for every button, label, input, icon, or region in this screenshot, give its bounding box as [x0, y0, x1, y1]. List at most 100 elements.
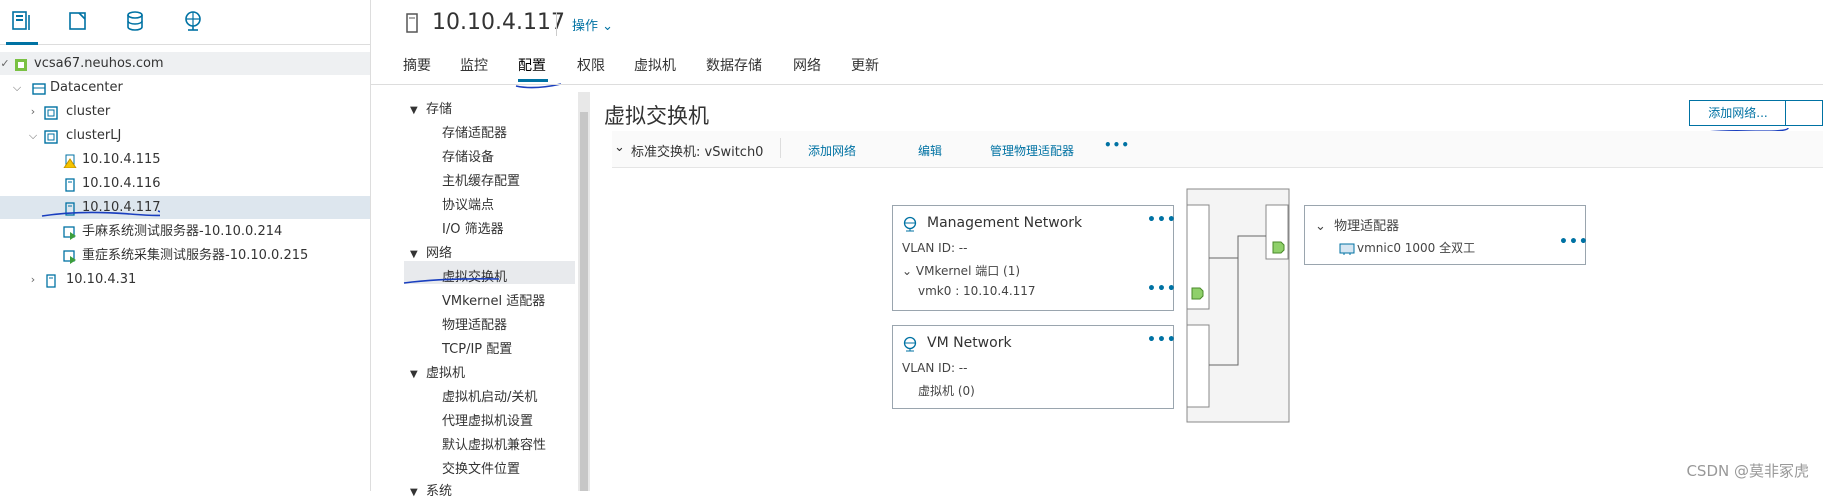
config-item[interactable]: 存储适配器	[442, 122, 507, 141]
vm-count: 虚拟机 (0)	[918, 384, 975, 398]
more-actions-icon[interactable]: •••	[1147, 281, 1177, 297]
group-label: 虚拟机	[425, 366, 465, 381]
caret-down-icon: ▼	[410, 249, 418, 260]
caret-down-icon: ▼	[410, 105, 418, 116]
tab-configure[interactable]: 配置	[518, 55, 546, 75]
more-actions-icon[interactable]: •••	[1104, 138, 1130, 152]
tree-item-label: cluster	[66, 104, 111, 119]
config-item[interactable]: 存储设备	[442, 146, 494, 165]
vms-templates-icon[interactable]	[67, 10, 91, 34]
storage-icon[interactable]	[124, 10, 148, 34]
tree-item-host[interactable]: 10.10.4.115	[0, 148, 370, 171]
config-item[interactable]: 交换文件位置	[442, 458, 520, 477]
tabs-divider	[370, 84, 1823, 85]
config-group-network[interactable]: ▼ 网络	[410, 242, 452, 261]
hosts-clusters-icon[interactable]	[6, 10, 38, 45]
tree-item-label: 10.10.4.115	[82, 152, 161, 167]
config-group-system[interactable]: ▼ 系统	[410, 480, 452, 499]
vmkernel-port-icon	[1191, 287, 1204, 300]
tree-item-host[interactable]: 10.10.4.116	[0, 172, 370, 195]
tree-item-label: 10.10.4.31	[66, 272, 137, 287]
port-group-management[interactable]: Management Network ••• VLAN ID: -- ⌄ VMk…	[892, 205, 1177, 311]
actions-label: 操作	[572, 19, 599, 34]
config-item[interactable]: 协议端点	[442, 194, 494, 213]
host-icon	[63, 177, 77, 192]
port-group-name: Management Network	[927, 215, 1083, 231]
tree-item-label: 10.10.4.116	[82, 176, 161, 191]
cluster-icon	[44, 129, 58, 144]
config-item[interactable]: TCP/IP 配置	[442, 338, 512, 357]
tree-item-clusterlj[interactable]: ⌵ clusterLJ	[0, 124, 370, 147]
vlan-id: VLAN ID: --	[902, 241, 968, 255]
config-group-storage[interactable]: ▼ 存储	[410, 98, 452, 117]
tab-networks[interactable]: 网络	[793, 55, 821, 75]
switch-label: 标准交换机: vSwitch0	[631, 145, 764, 160]
more-actions-icon[interactable]: •••	[1147, 212, 1177, 228]
chevron-down-icon: ⌄	[602, 19, 614, 34]
vm-running-icon	[63, 225, 77, 240]
add-network-button[interactable]: 添加网络...	[1689, 100, 1787, 126]
tree-item-label: 重症系统采集测试服务器-10.10.0.215	[82, 248, 309, 263]
tab-datastores[interactable]: 数据存储	[706, 55, 762, 75]
caret-down-icon: ▼	[410, 369, 418, 380]
inventory-tabs	[0, 0, 370, 45]
config-item[interactable]: 虚拟机启动/关机	[442, 386, 537, 405]
port-group-icon	[902, 216, 918, 236]
title-divider	[556, 12, 557, 36]
physical-adapters-card[interactable]: ⌄ 物理适配器 vmnic0 1000 全双工 •••	[1304, 205, 1589, 265]
tree-item-vm[interactable]: 手麻系统测试服务器-10.10.0.214	[0, 220, 370, 243]
vmkernel-ports-toggle[interactable]: ⌄ VMkernel 端口 (1)	[902, 262, 1020, 279]
tree-item-host[interactable]: › 10.10.4.31	[0, 268, 370, 291]
tab-summary[interactable]: 摘要	[403, 55, 431, 75]
vm-running-icon	[63, 249, 77, 264]
group-label: 存储	[425, 102, 452, 117]
config-item[interactable]: 默认虚拟机兼容性	[442, 434, 546, 453]
watermark: CSDN @莫非冢虎	[1686, 462, 1809, 480]
divider	[780, 138, 781, 158]
chevron-down-icon[interactable]: ⌵	[27, 124, 39, 147]
tree-item-vm[interactable]: 重症系统采集测试服务器-10.10.0.215	[0, 244, 370, 267]
tab-updates[interactable]: 更新	[851, 55, 879, 75]
pen-underline	[41, 210, 160, 217]
tab-vms[interactable]: 虚拟机	[634, 55, 676, 75]
tree-item-cluster[interactable]: › cluster	[0, 100, 370, 123]
config-nav-scrollbar[interactable]	[578, 92, 590, 491]
nic-icon	[1339, 240, 1355, 259]
group-label: 系统	[425, 484, 452, 499]
vmkernel-ports-label: VMkernel 端口 (1)	[915, 264, 1021, 278]
config-item[interactable]: I/O 筛选器	[442, 218, 504, 237]
pen-underline	[515, 83, 562, 89]
config-item[interactable]: 物理适配器	[442, 314, 507, 333]
chevron-down-icon: ⌄	[902, 264, 913, 278]
config-item[interactable]: 主机缓存配置	[442, 170, 520, 189]
port-group-vm-network[interactable]: VM Network ••• VLAN ID: -- 虚拟机 (0)	[892, 325, 1177, 409]
chevron-right-icon[interactable]: ›	[27, 268, 39, 291]
edit-link[interactable]: 编辑	[918, 142, 942, 159]
config-item[interactable]: 代理虚拟机设置	[442, 410, 533, 429]
more-actions-icon[interactable]: •••	[1147, 332, 1177, 348]
config-item[interactable]: VMkernel 适配器	[442, 290, 545, 309]
add-network-link[interactable]: 添加网络	[808, 142, 856, 159]
chevron-right-icon[interactable]: ›	[27, 100, 39, 123]
tab-monitor[interactable]: 监控	[460, 55, 488, 75]
host-warning-icon	[63, 153, 77, 169]
uplink-port-icon	[1272, 241, 1285, 254]
chevron-down-icon[interactable]: ⌄	[614, 140, 625, 155]
actions-menu[interactable]: 操作 ⌄	[572, 15, 613, 34]
manage-physical-adapters-link[interactable]: 管理物理适配器	[990, 142, 1074, 159]
scrollbar-thumb[interactable]	[580, 112, 588, 491]
chevron-down-icon: ⌄	[1315, 219, 1326, 234]
main-tabs: 摘要 监控 配置 权限 虚拟机 数据存储 网络 更新	[0, 55, 1823, 85]
more-actions-icon[interactable]: •••	[1559, 234, 1589, 250]
add-network-dropdown[interactable]	[1785, 100, 1823, 126]
physical-adapters-label: 物理适配器	[1334, 219, 1400, 234]
config-group-vms[interactable]: ▼ 虚拟机	[410, 362, 465, 381]
vswitch-diagram	[1186, 188, 1290, 423]
networking-icon[interactable]	[182, 10, 206, 34]
switch-header	[612, 131, 1823, 168]
physical-adapters-toggle[interactable]: ⌄ 物理适配器	[1315, 215, 1399, 234]
pen-underline	[403, 278, 500, 284]
port-group-icon	[902, 336, 918, 356]
tree-item-label: 手麻系统测试服务器-10.10.0.214	[82, 224, 283, 239]
tab-permissions[interactable]: 权限	[577, 55, 605, 75]
